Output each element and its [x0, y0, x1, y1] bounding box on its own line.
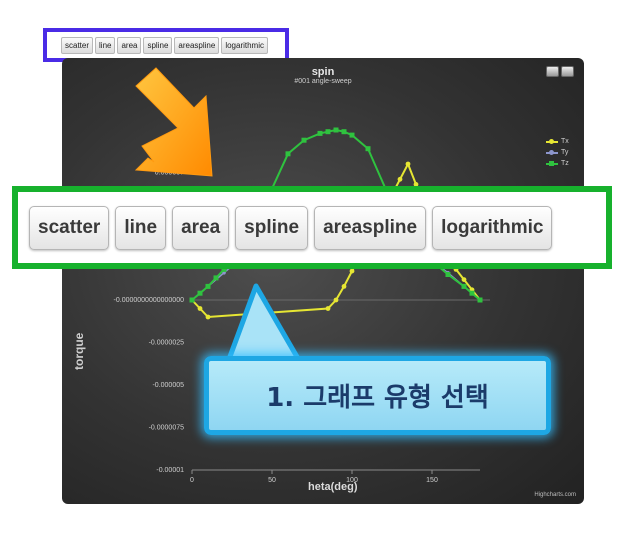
- scatter-button-zoom[interactable]: scatter: [29, 205, 110, 250]
- callout-pointer: [225, 283, 303, 365]
- chart-type-toolbar-zoom: scatter line area spline areaspline loga…: [12, 186, 612, 269]
- logarithmic-button-zoom[interactable]: logarithmic: [432, 205, 553, 250]
- callout-text: 1. 그래프 유형 선택: [266, 383, 489, 413]
- areaspline-button-zoom[interactable]: areaspline: [314, 205, 427, 250]
- spline-button-zoom[interactable]: spline: [235, 205, 309, 250]
- line-button-zoom[interactable]: line: [115, 205, 167, 250]
- area-button-zoom[interactable]: area: [172, 205, 230, 250]
- callout-box: 1. 그래프 유형 선택: [204, 356, 551, 435]
